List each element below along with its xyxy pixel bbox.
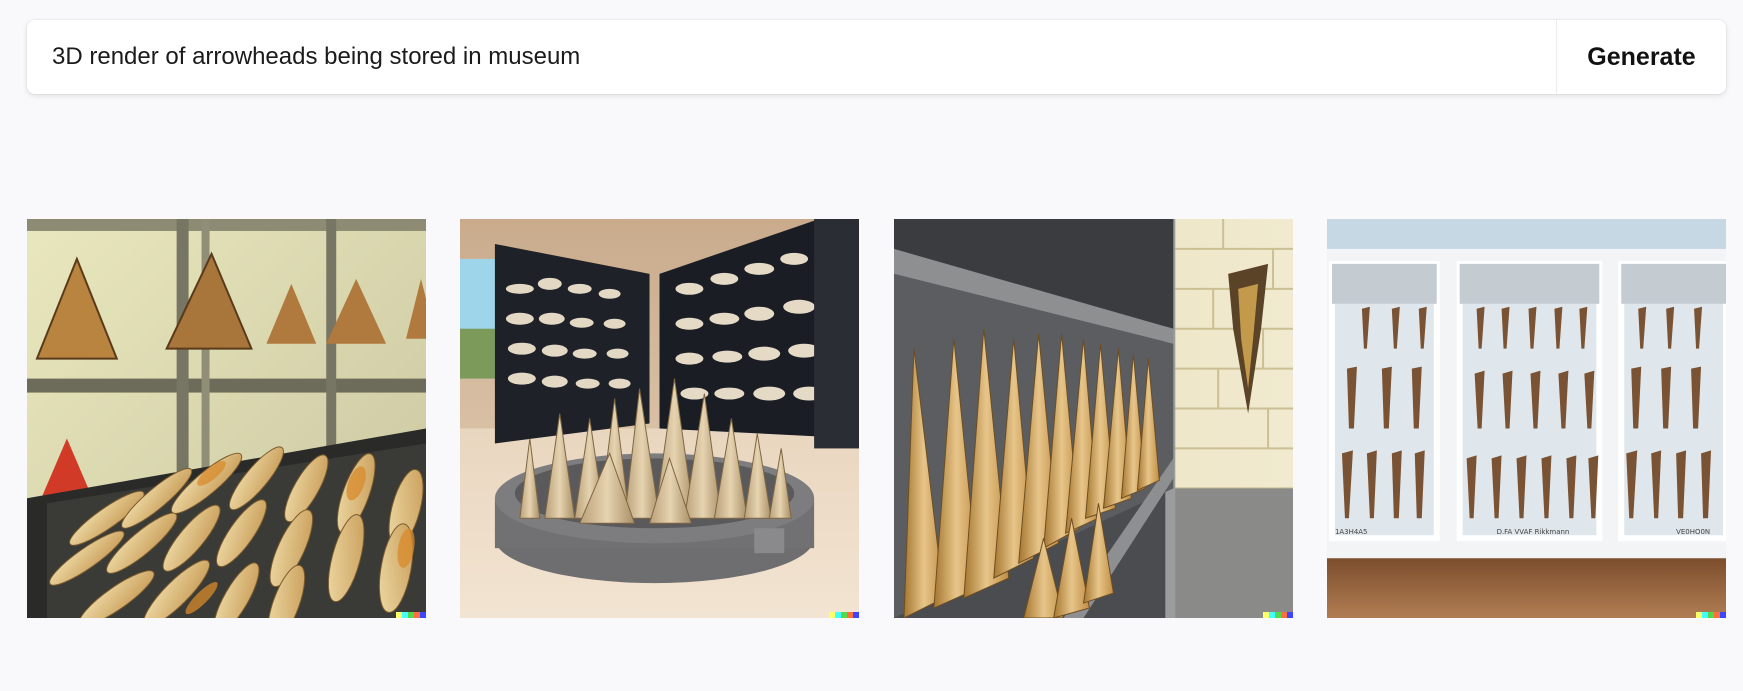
arrowhead-tray-image [27, 219, 426, 618]
signature-swatch [1720, 612, 1726, 618]
prompt-input[interactable] [27, 20, 1556, 94]
case-label-left: 1A3H4A5 [1335, 528, 1368, 536]
prompt-bar: Generate [27, 20, 1726, 94]
signature-mark [1263, 612, 1293, 618]
generate-button[interactable]: Generate [1556, 20, 1726, 94]
signature-swatch [420, 612, 426, 618]
generated-image-4[interactable]: 1A3H4A5 D.FA VVAF Rikkmann VE0HO0N [1327, 219, 1726, 618]
arrowhead-case-image: 1A3H4A5 D.FA VVAF Rikkmann VE0HO0N [1327, 219, 1726, 618]
signature-mark [829, 612, 859, 618]
arrowhead-dish-image [460, 219, 859, 618]
image-gallery: 1A3H4A5 D.FA VVAF Rikkmann VE0HO0N [27, 219, 1726, 618]
signature-swatch [1287, 612, 1293, 618]
case-label-center: D.FA VVAF Rikkmann [1497, 528, 1570, 536]
signature-mark [396, 612, 426, 618]
generated-image-2[interactable] [460, 219, 859, 618]
generated-image-1[interactable] [27, 219, 426, 618]
arrowhead-shelf-image [894, 219, 1293, 618]
case-label-right: VE0HO0N [1676, 528, 1710, 536]
signature-mark [1696, 612, 1726, 618]
signature-swatch [853, 612, 859, 618]
generated-image-3[interactable] [894, 219, 1293, 618]
